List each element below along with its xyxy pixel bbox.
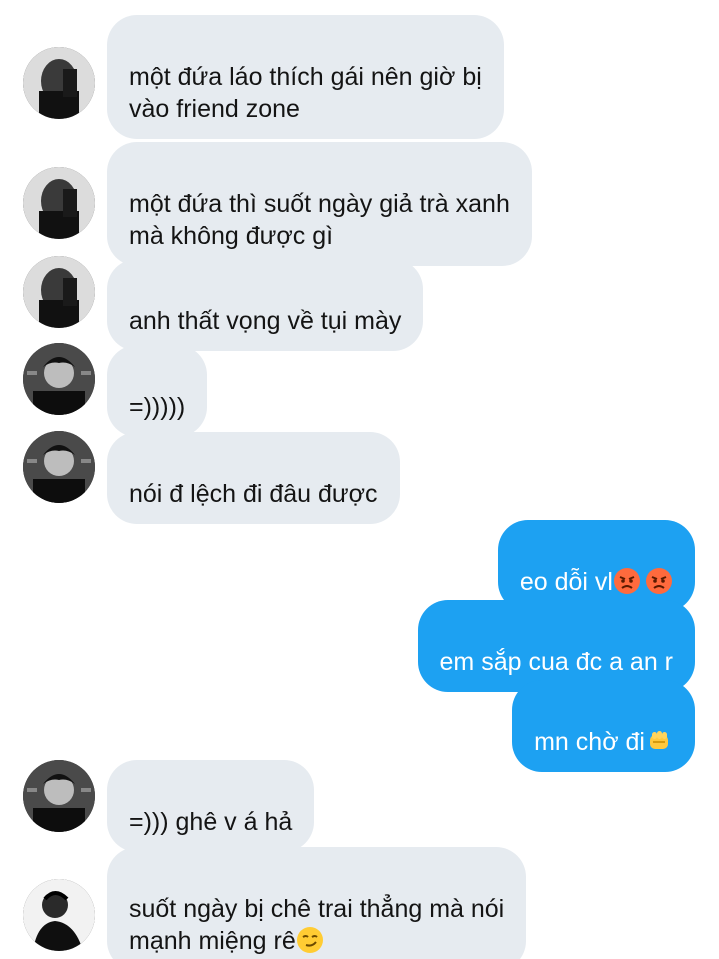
avatar-user-b[interactable] <box>23 431 95 503</box>
message-bubble[interactable]: =))) ghê v á hả <box>107 760 315 852</box>
fist-emoji <box>645 727 673 755</box>
avatar-user-a[interactable] <box>23 47 95 119</box>
message-text: nói đ lệch đi đâu được <box>129 480 378 508</box>
message-text: anh thất vọng về tụi mày <box>129 307 402 335</box>
message-bubble[interactable]: suốt ngày bị chê trai thẳng mà nói mạnh … <box>107 847 527 959</box>
message-bubble[interactable]: một đứa thì suốt ngày giả trà xanh mà kh… <box>107 142 532 266</box>
angry-face-emoji <box>645 567 673 595</box>
message-bubble-outgoing[interactable]: mn chờ đi <box>512 680 695 772</box>
chat-thread: một đứa láo thích gái nên giờ bị vào fri… <box>0 0 719 959</box>
avatar-user-a[interactable] <box>23 256 95 328</box>
message-text: em sắp cua đc a an r <box>439 648 673 676</box>
avatar-user-b[interactable] <box>23 760 95 832</box>
message-bubble[interactable]: =))))) <box>107 345 208 437</box>
message-bubble-outgoing[interactable]: eo dỗi vl <box>497 520 695 612</box>
angry-face-emoji <box>613 567 641 595</box>
avatar-user-b[interactable] <box>23 343 95 415</box>
message-bubble[interactable]: một đứa láo thích gái nên giờ bị vào fri… <box>107 15 504 139</box>
message-text: eo dỗi vl <box>519 568 613 596</box>
message-text: một đứa thì suốt ngày giả trà xanh mà kh… <box>129 190 510 250</box>
avatar-user-a[interactable] <box>23 167 95 239</box>
message-bubble-outgoing[interactable]: em sắp cua đc a an r <box>417 600 695 692</box>
message-bubble[interactable]: nói đ lệch đi đâu được <box>107 432 400 524</box>
message-text: =))) ghê v á hả <box>129 808 293 836</box>
message-text: =))))) <box>129 393 186 421</box>
message-bubble[interactable]: anh thất vọng về tụi mày <box>107 259 424 351</box>
smirk-face-emoji <box>296 926 324 954</box>
avatar-user-c[interactable] <box>23 879 95 951</box>
message-text: một đứa láo thích gái nên giờ bị vào fri… <box>129 63 482 123</box>
message-text: mn chờ đi <box>534 728 645 756</box>
